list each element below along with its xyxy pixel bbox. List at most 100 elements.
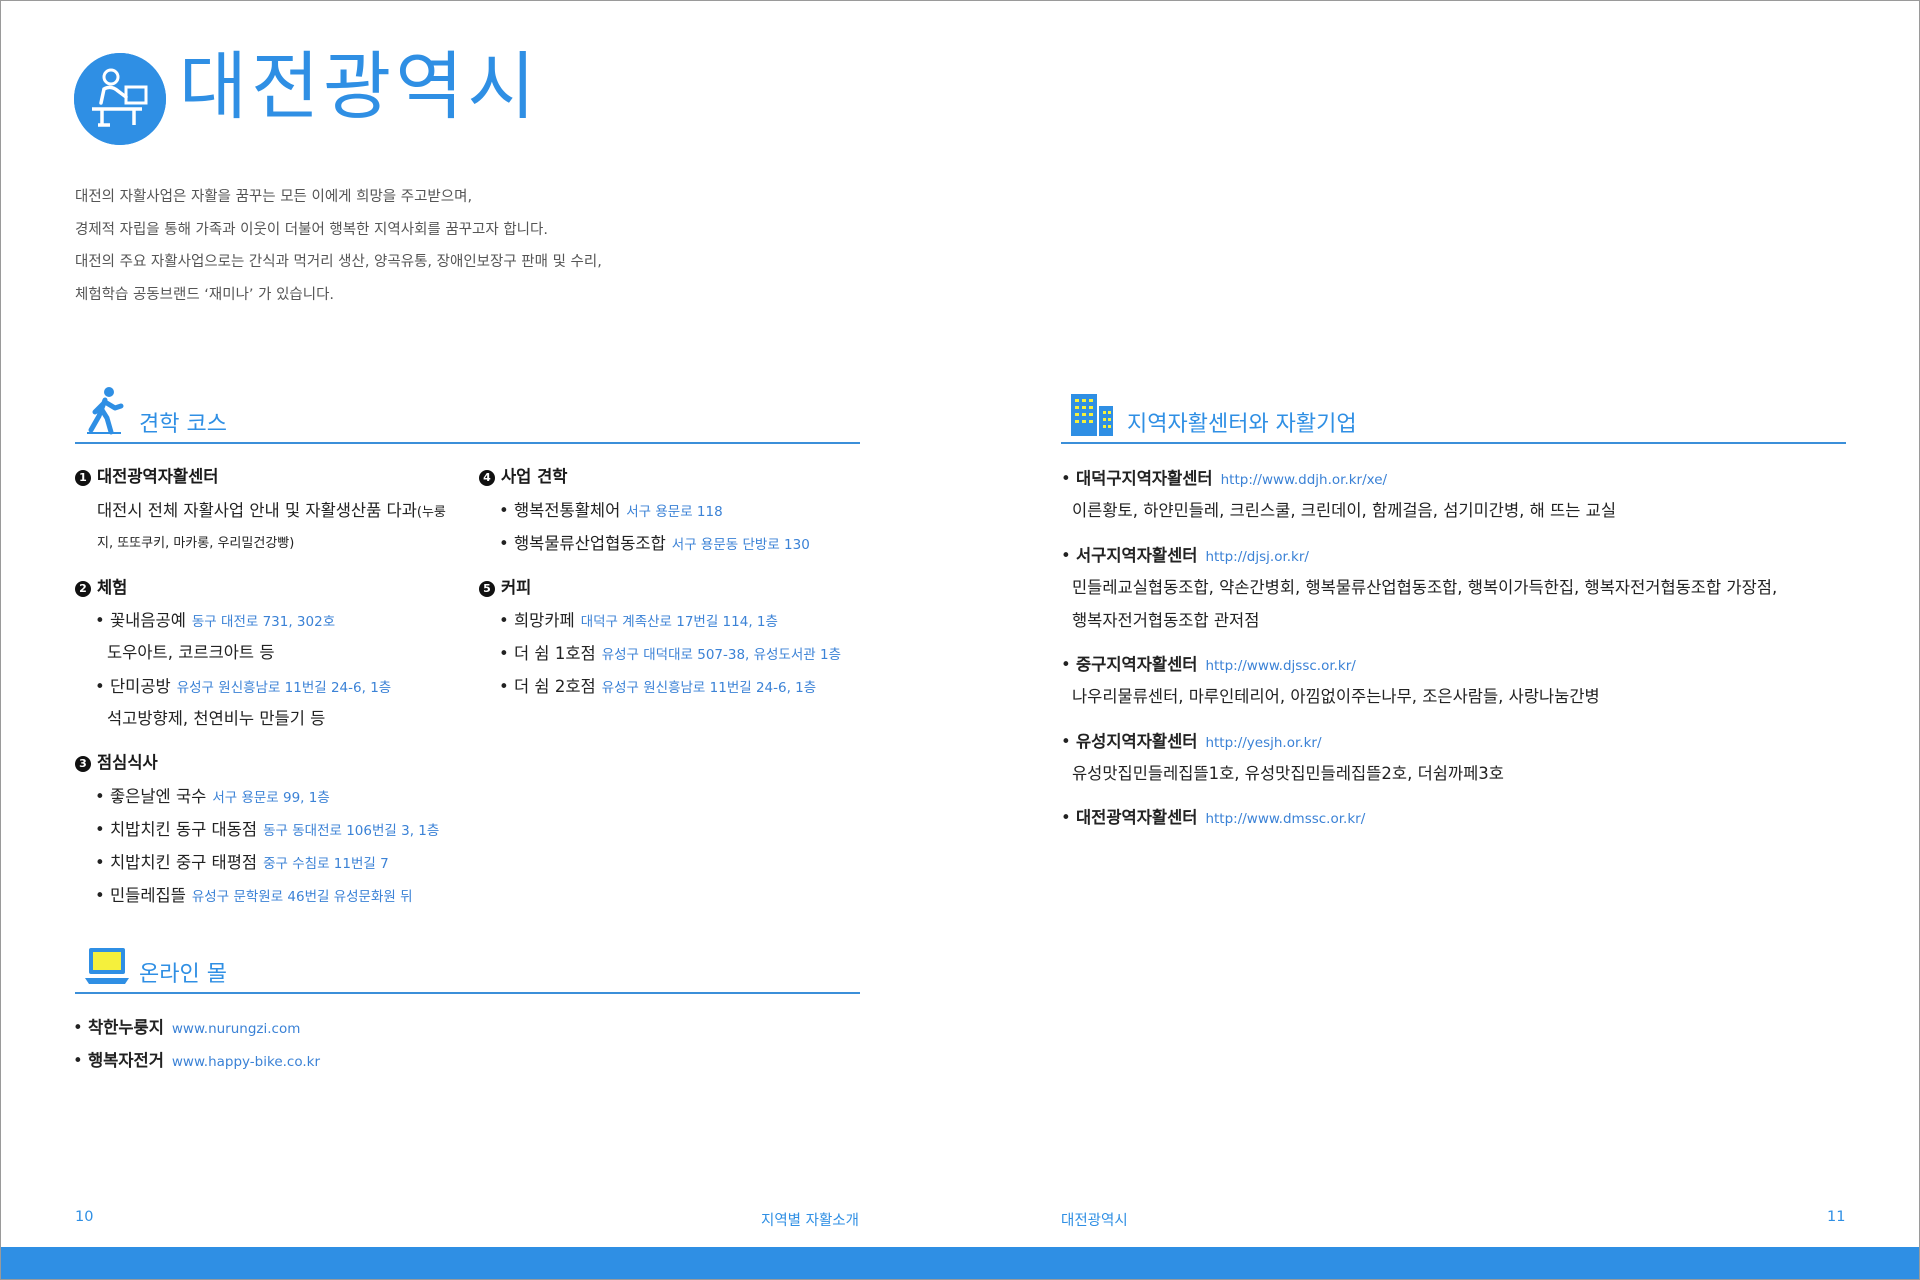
shop-link[interactable]: www.nurungzi.com — [172, 1021, 300, 1037]
worker-logo-icon — [74, 53, 166, 145]
place-address: 유성구 문학원로 46번길 유성문화원 뒤 — [191, 889, 413, 905]
desc-text: 대전시 전체 자활사업 안내 및 자활생산품 다과 — [97, 501, 417, 520]
center-item: • 대덕구지역자활센터 http://www.ddjh.or.kr/xe/ — [1061, 469, 1388, 488]
place-address: 서구 용문로 118 — [626, 504, 723, 520]
tour-step-2-heading: 2 체험 — [75, 574, 127, 598]
buildings-icon — [1069, 392, 1115, 440]
place-name: 행복전통활체어 — [513, 501, 621, 520]
shop-name: 행복자전거 — [87, 1051, 164, 1070]
center-name: 대덕구지역자활센터 — [1075, 469, 1213, 488]
place-address: 중구 수침로 11번길 7 — [263, 856, 389, 872]
tour-step-1-desc: 대전시 전체 자활사업 안내 및 자활생산품 다과(누룽 — [97, 497, 446, 521]
walking-person-icon — [85, 386, 125, 440]
shop-link[interactable]: www.happy-bike.co.kr — [172, 1054, 320, 1070]
tour-step-3-heading: 3 점심식사 — [75, 749, 158, 773]
intro-line: 대전의 자활사업은 자활을 꿈꾸는 모든 이에게 희망을 주고받으며, — [75, 189, 473, 205]
place-desc: 도우아트, 코르크아트 등 — [107, 643, 275, 662]
center-link[interactable]: http://www.dmssc.or.kr/ — [1205, 811, 1365, 827]
list-item: • 민들레집뜰 유성구 문학원로 46번길 유성문화원 뒤 — [95, 886, 413, 905]
center-desc: 행복자전거협동조합 관저점 — [1072, 611, 1260, 630]
intro-line: 체험학습 공동브랜드 ‘재미나’ 가 있습니다. — [75, 286, 335, 303]
list-item: • 착한누룽지 www.nurungzi.com — [73, 1018, 301, 1037]
center-desc: 나우리물류센터, 마루인테리어, 아낌없이주는나무, 조은사람들, 사랑나눔간병 — [1072, 687, 1600, 706]
place-name: 좋은날엔 국수 — [109, 787, 207, 806]
tour-section-title: 견학 코스 — [139, 412, 227, 437]
list-item: • 꽃내음공예 동구 대전로 731, 302호 — [95, 611, 336, 630]
step-title: 커피 — [501, 578, 532, 597]
center-name: 서구지역자활센터 — [1075, 546, 1198, 565]
list-item: • 행복물류산업협동조합 서구 용문동 단방로 130 — [499, 534, 810, 553]
place-name: 단미공방 — [109, 677, 171, 696]
place-name: 행복물류산업협동조합 — [513, 534, 666, 553]
brochure-spread: 대전광역시 대전의 자활사업은 자활을 꿈꾸는 모든 이에게 희망을 주고받으며… — [0, 0, 1920, 1280]
center-name: 중구지역자활센터 — [1075, 655, 1198, 674]
right-running-footer: 대전광역시 — [1061, 1213, 1128, 1229]
step-title: 점심식사 — [97, 753, 158, 772]
place-name: 더 쉼 1호점 — [513, 644, 596, 663]
page-title: 대전광역시 — [179, 44, 540, 130]
center-link[interactable]: http://www.djssc.or.kr/ — [1205, 658, 1355, 674]
centers-section-title: 지역자활센터와 자활기업 — [1127, 412, 1357, 437]
intro-line: 대전의 주요 자활사업으로는 간식과 먹거리 생산, 양곡유통, 장애인보장구 … — [75, 254, 602, 270]
tour-step-4-heading: 4 사업 견학 — [479, 463, 567, 487]
step-title: 사업 견학 — [501, 467, 568, 486]
center-item: • 대전광역자활센터 http://www.dmssc.or.kr/ — [1061, 808, 1366, 827]
center-item: • 중구지역자활센터 http://www.djssc.or.kr/ — [1061, 655, 1356, 674]
place-name: 꽃내음공예 — [109, 611, 186, 630]
footer-bar — [1, 1247, 1919, 1279]
place-name: 더 쉼 2호점 — [513, 677, 596, 696]
tour-section-header: 견학 코스 — [75, 387, 860, 444]
step-number: 4 — [479, 470, 495, 486]
desc-text-small: (누룽 — [416, 505, 446, 520]
center-link[interactable]: http://yesjh.or.kr/ — [1205, 735, 1321, 751]
tour-step-5-heading: 5 커피 — [479, 574, 531, 598]
place-address: 동구 동대전로 106번길 3, 1층 — [263, 823, 440, 839]
place-name: 치밥치킨 동구 대동점 — [109, 820, 258, 839]
left-running-footer: 지역별 자활소개 — [761, 1213, 859, 1229]
tour-step-1-desc-cont: 지, 또또쿠키, 마카롱, 우리밀건강빵) — [97, 536, 295, 551]
center-name: 유성지역자활센터 — [1075, 732, 1198, 751]
intro-line: 경제적 자립을 통해 가족과 이웃이 더불어 행복한 지역사회를 꿈꾸고자 합니… — [75, 221, 548, 238]
mall-section-title: 온라인 몰 — [139, 962, 227, 987]
place-address: 유성구 대덕대로 507-38, 유성도서관 1층 — [601, 647, 842, 663]
center-item: • 유성지역자활센터 http://yesjh.or.kr/ — [1061, 732, 1322, 751]
place-name: 희망카페 — [513, 611, 575, 630]
center-name: 대전광역자활센터 — [1075, 808, 1198, 827]
place-address: 대덕구 계족산로 17번길 114, 1층 — [580, 614, 778, 630]
tour-step-1-heading: 1 대전광역자활센터 — [75, 463, 218, 487]
place-name: 민들레집뜰 — [109, 886, 186, 905]
place-address: 서구 용문동 단방로 130 — [671, 537, 810, 553]
center-link[interactable]: http://djsj.or.kr/ — [1205, 549, 1309, 565]
place-name: 치밥치킨 중구 태평점 — [109, 853, 258, 872]
center-link[interactable]: http://www.ddjh.or.kr/xe/ — [1221, 472, 1387, 488]
list-item: • 행복전통활체어 서구 용문로 118 — [499, 501, 723, 520]
left-page-number: 10 — [75, 1209, 94, 1225]
step-number: 5 — [479, 581, 495, 597]
list-item: • 단미공방 유성구 원신흥남로 11번길 24-6, 1층 — [95, 677, 392, 696]
center-desc: 유성맛집민들레집뜰1호, 유성맛집민들레집뜰2호, 더쉼까페3호 — [1072, 764, 1504, 783]
step-number: 2 — [75, 581, 91, 597]
center-item: • 서구지역자활센터 http://djsj.or.kr/ — [1061, 546, 1309, 565]
step-number: 1 — [75, 470, 91, 486]
place-address: 동구 대전로 731, 302호 — [191, 614, 336, 630]
list-item: • 치밥치킨 중구 태평점 중구 수침로 11번길 7 — [95, 853, 389, 872]
list-item: • 좋은날엔 국수 서구 용문로 99, 1층 — [95, 787, 330, 806]
place-address: 서구 용문로 99, 1층 — [212, 790, 330, 806]
center-desc: 이른황토, 하얀민들레, 크린스쿨, 크린데이, 함께걸음, 섬기미간병, 해 … — [1072, 501, 1617, 520]
list-item: • 더 쉼 1호점 유성구 대덕대로 507-38, 유성도서관 1층 — [499, 644, 842, 663]
place-address: 유성구 원신흥남로 11번길 24-6, 1층 — [601, 680, 817, 696]
place-address: 유성구 원신흥남로 11번길 24-6, 1층 — [176, 680, 392, 696]
step-number: 3 — [75, 756, 91, 772]
center-desc: 민들레교실협동조합, 약손간병회, 행복물류산업협동조합, 행복이가득한집, 행… — [1072, 578, 1778, 597]
list-item: • 치밥치킨 동구 대동점 동구 동대전로 106번길 3, 1층 — [95, 820, 440, 839]
list-item: • 행복자전거 www.happy-bike.co.kr — [73, 1051, 321, 1070]
mall-section-header: 온라인 몰 — [75, 942, 860, 994]
step-title: 체험 — [97, 578, 128, 597]
list-item: • 더 쉼 2호점 유성구 원신흥남로 11번길 24-6, 1층 — [499, 677, 817, 696]
shop-name: 착한누룽지 — [87, 1018, 164, 1037]
centers-section-header: 지역자활센터와 자활기업 — [1061, 392, 1846, 444]
intro-paragraph: 대전의 자활사업은 자활을 꿈꾸는 모든 이에게 희망을 주고받으며, 경제적 … — [75, 181, 795, 311]
right-page-number: 11 — [1827, 1209, 1846, 1225]
list-item: • 희망카페 대덕구 계족산로 17번길 114, 1층 — [499, 611, 778, 630]
step-title: 대전광역자활센터 — [97, 467, 219, 486]
